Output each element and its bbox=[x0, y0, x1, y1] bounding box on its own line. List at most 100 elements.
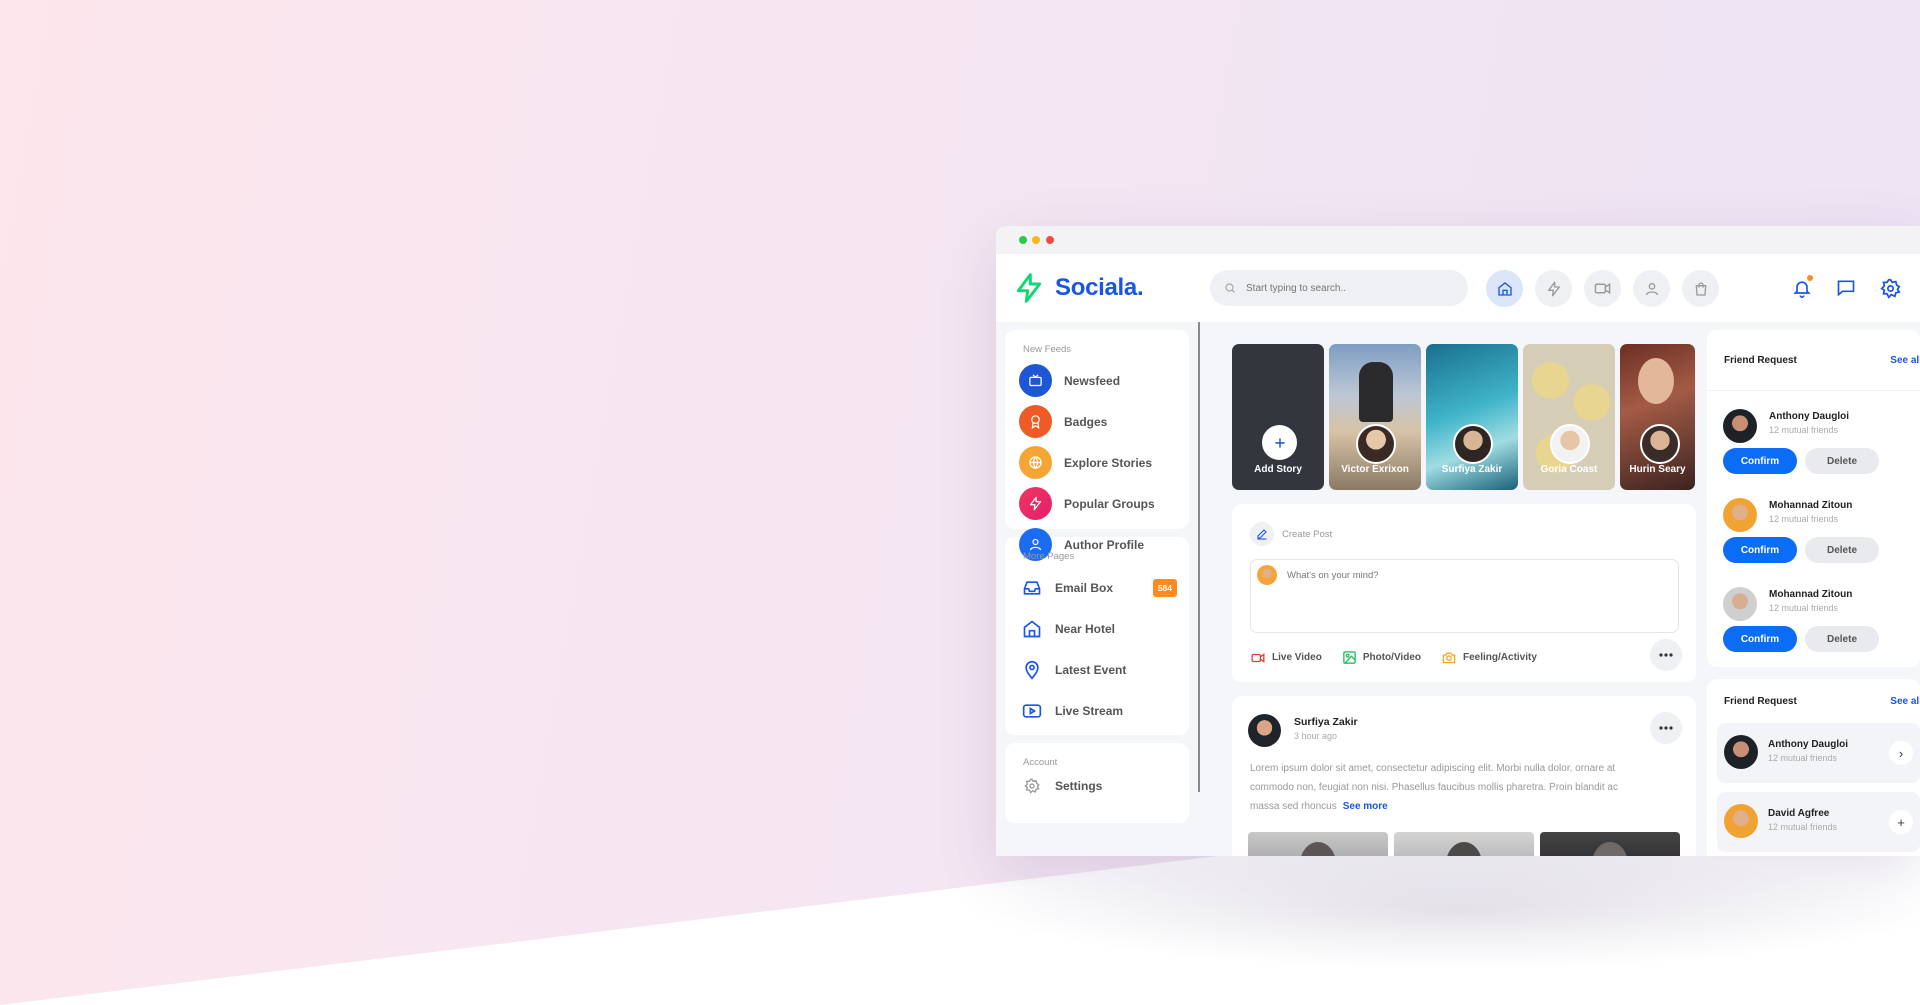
award-icon bbox=[1019, 405, 1052, 438]
logo[interactable]: Sociala. bbox=[1013, 272, 1144, 304]
settings-button[interactable] bbox=[1878, 276, 1902, 300]
account-card: Account Settings bbox=[1005, 743, 1189, 823]
app-name: Sociala. bbox=[1055, 274, 1144, 301]
sidebar-item-near-hotel[interactable]: Near Hotel bbox=[1005, 608, 1189, 649]
search-input[interactable] bbox=[1244, 281, 1458, 295]
messages-button[interactable] bbox=[1834, 276, 1858, 300]
bolt-icon bbox=[1019, 487, 1052, 520]
nav-shop[interactable] bbox=[1682, 270, 1719, 307]
chevron-right-icon[interactable]: › bbox=[1889, 741, 1913, 765]
header-actions bbox=[1790, 275, 1920, 300]
top-bar: Sociala. bbox=[996, 254, 1920, 322]
user-icon bbox=[1645, 282, 1658, 295]
minimize-dot[interactable] bbox=[1032, 236, 1040, 244]
stories-row: Add Story Victor Exrixon Surfiya Zakir G… bbox=[1232, 344, 1696, 490]
left-sidebar: New Feeds Newsfeed Badges Explore Storie… bbox=[1005, 330, 1189, 823]
window-shadow bbox=[1000, 850, 1920, 970]
post-more-button[interactable] bbox=[1650, 712, 1682, 744]
avatar[interactable] bbox=[1723, 587, 1757, 621]
tv-icon bbox=[1019, 364, 1052, 397]
sidebar-item-badges[interactable]: Badges bbox=[1005, 401, 1189, 442]
right-sidebar: Friend Request See all Anthony Daugloi 1… bbox=[1707, 330, 1920, 856]
sidebar-item-popular-groups[interactable]: Popular Groups bbox=[1005, 483, 1189, 524]
map-pin-icon bbox=[1021, 659, 1043, 681]
avatar bbox=[1724, 804, 1758, 838]
delete-button[interactable]: Delete bbox=[1805, 537, 1879, 563]
home-icon bbox=[1021, 618, 1043, 640]
friend-list-item[interactable]: Anthony Daugloi 12 mutual friends › bbox=[1717, 723, 1920, 783]
sidebar-item-email-box[interactable]: Email Box 584 bbox=[1005, 567, 1189, 608]
sidebar-item-label: Author Profile bbox=[1064, 537, 1144, 552]
post-text: Lorem ipsum dolor sit amet, consectetur … bbox=[1250, 759, 1650, 816]
inbox-icon bbox=[1021, 577, 1043, 599]
avatar[interactable] bbox=[1723, 498, 1757, 532]
bell-icon bbox=[1793, 281, 1811, 298]
maximize-dot[interactable] bbox=[1019, 236, 1027, 244]
add-icon[interactable]: + bbox=[1889, 810, 1913, 834]
friend-list-item[interactable]: David Agfree 12 mutual friends + bbox=[1717, 792, 1920, 852]
story-card[interactable]: Surfiya Zakir bbox=[1426, 344, 1518, 490]
sidebar-item-label: Explore Stories bbox=[1064, 455, 1153, 470]
delete-button[interactable]: Delete bbox=[1805, 448, 1879, 474]
nav-activity[interactable] bbox=[1535, 270, 1572, 307]
avatar[interactable] bbox=[1723, 409, 1757, 443]
delete-button[interactable]: Delete bbox=[1805, 626, 1879, 652]
avatar bbox=[1724, 735, 1758, 769]
avatar[interactable] bbox=[1248, 714, 1281, 747]
video-icon bbox=[1251, 652, 1265, 663]
friend-request-item: Mohannad Zitoun 12 mutual friends Confir… bbox=[1707, 480, 1920, 569]
image-subject bbox=[1446, 842, 1482, 856]
post-textarea[interactable]: What's on your mind? bbox=[1250, 559, 1679, 633]
sidebar-item-settings[interactable]: Settings bbox=[1005, 768, 1189, 804]
sidebar-item-explore-stories[interactable]: Explore Stories bbox=[1005, 442, 1189, 483]
friend-name[interactable]: Mohannad Zitoun bbox=[1769, 589, 1852, 600]
create-post-card: Create Post What's on your mind? Live Vi… bbox=[1232, 504, 1696, 682]
nav-video[interactable] bbox=[1584, 270, 1621, 307]
window-titlebar bbox=[996, 226, 1920, 254]
live-video-button[interactable]: Live Video bbox=[1250, 651, 1322, 665]
search-bar[interactable] bbox=[1210, 270, 1468, 306]
video-icon bbox=[1594, 282, 1611, 295]
feeling-activity-button[interactable]: Feeling/Activity bbox=[1441, 650, 1537, 665]
sidebar-item-live-stream[interactable]: Live Stream bbox=[1005, 690, 1189, 731]
app-window: Sociala. Start typing to search.. New Fe… bbox=[996, 226, 1920, 856]
message-icon bbox=[1837, 280, 1855, 297]
nav-profile[interactable] bbox=[1633, 270, 1670, 307]
add-story-card[interactable]: Add Story bbox=[1232, 344, 1324, 490]
see-more-link[interactable]: See more bbox=[1343, 801, 1388, 812]
confirm-button[interactable]: Confirm bbox=[1723, 626, 1797, 652]
post-image[interactable] bbox=[1248, 832, 1388, 856]
gear-icon bbox=[1879, 278, 1901, 299]
more-pages-card: More Pages Email Box 584 Near Hotel Late… bbox=[1005, 537, 1189, 735]
more-horizontal-icon bbox=[1659, 653, 1673, 657]
create-post-header[interactable]: Create Post bbox=[1250, 522, 1332, 546]
card-header: Friend Request See all bbox=[1707, 330, 1920, 391]
friend-name[interactable]: Anthony Daugloi bbox=[1769, 411, 1849, 422]
count-badge: 584 bbox=[1152, 578, 1177, 597]
notifications-button[interactable] bbox=[1790, 275, 1814, 300]
sidebar-item-label: Newsfeed bbox=[1064, 373, 1121, 388]
story-card[interactable]: Hurin Seary bbox=[1620, 344, 1695, 490]
mutual-friends: 12 mutual friends bbox=[1769, 603, 1839, 613]
see-all-link[interactable]: See all bbox=[1890, 355, 1920, 366]
gear-icon bbox=[1021, 775, 1043, 797]
avatar bbox=[1640, 424, 1680, 464]
youtube-icon bbox=[1021, 700, 1043, 722]
card-header: Friend Request See all bbox=[1707, 679, 1920, 723]
post-image[interactable] bbox=[1394, 832, 1534, 856]
friend-name[interactable]: Mohannad Zitoun bbox=[1769, 500, 1852, 511]
post-author[interactable]: Surfiya Zakir bbox=[1294, 716, 1358, 728]
confirm-button[interactable]: Confirm bbox=[1723, 537, 1797, 563]
sidebar-item-latest-event[interactable]: Latest Event bbox=[1005, 649, 1189, 690]
nav-home[interactable] bbox=[1486, 270, 1523, 307]
story-card[interactable]: Goria Coast bbox=[1523, 344, 1615, 490]
sidebar-item-newsfeed[interactable]: Newsfeed bbox=[1005, 360, 1189, 401]
story-card[interactable]: Victor Exrixon bbox=[1329, 344, 1421, 490]
action-label: Feeling/Activity bbox=[1463, 652, 1537, 663]
more-options-button[interactable] bbox=[1650, 639, 1682, 671]
photo-video-button[interactable]: Photo/Video bbox=[1342, 650, 1421, 665]
confirm-button[interactable]: Confirm bbox=[1723, 448, 1797, 474]
post-image[interactable] bbox=[1540, 832, 1680, 856]
see-all-link[interactable]: See all bbox=[1890, 696, 1920, 707]
close-dot[interactable] bbox=[1046, 236, 1054, 244]
